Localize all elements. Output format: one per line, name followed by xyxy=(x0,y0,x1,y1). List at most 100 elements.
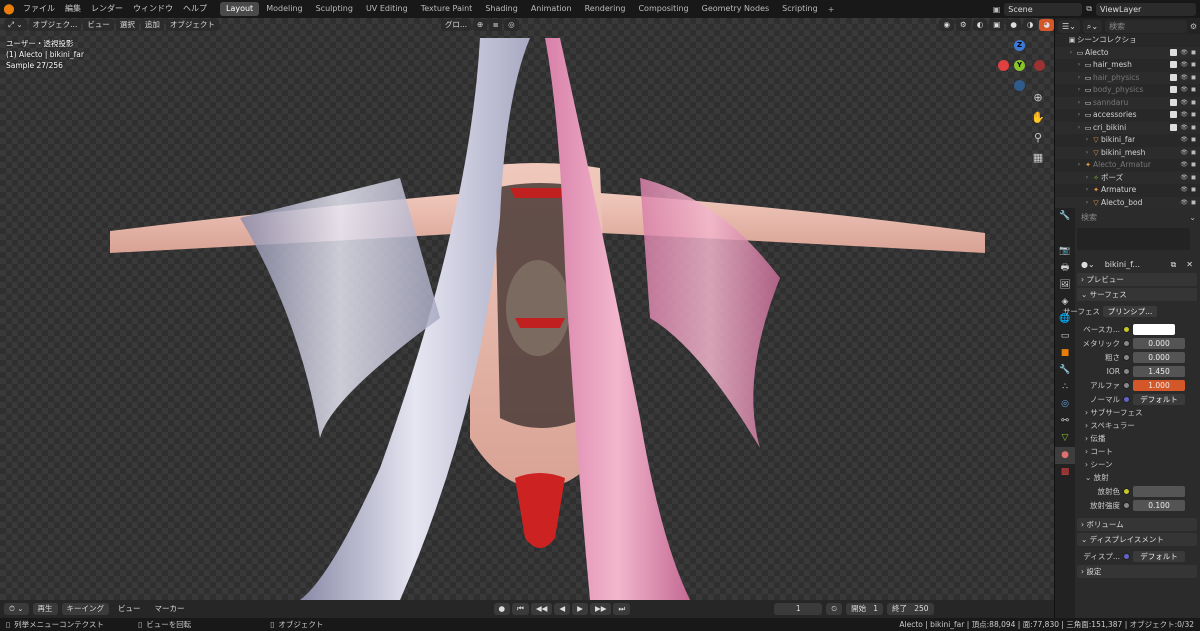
base-color-socket-icon[interactable] xyxy=(1123,325,1130,333)
outliner-row[interactable]: › ▭ sanndaru 👁 ◼ xyxy=(1055,96,1200,110)
scene-icon[interactable]: ▣ xyxy=(993,5,1001,14)
eye-icon[interactable]: 👁 xyxy=(1180,72,1188,85)
subpanel-header[interactable]: › スペキュラー xyxy=(1055,419,1200,432)
timeline-view-menu[interactable]: ビュー xyxy=(113,603,146,615)
expand-arrow-icon[interactable]: › xyxy=(1083,184,1091,197)
eye-icon[interactable]: 👁 xyxy=(1180,84,1188,97)
view-layer-selector[interactable]: ViewLayer xyxy=(1096,2,1196,16)
workspace-tab[interactable]: Rendering xyxy=(579,2,632,16)
render-camera-icon[interactable]: ◼ xyxy=(1191,184,1196,197)
view-layer-icon[interactable]: ⧉ xyxy=(1086,4,1092,14)
material-unlink-icon[interactable]: ✕ xyxy=(1182,258,1197,271)
viewport-menu-view[interactable]: ビュー xyxy=(83,19,114,31)
play-reverse-icon[interactable]: ◀ xyxy=(554,603,571,615)
surface-shader-selector[interactable]: プリンシプ... xyxy=(1103,305,1157,317)
section-surface[interactable]: ⌄ サーフェス xyxy=(1077,288,1197,301)
play-icon[interactable]: ▶ xyxy=(572,603,588,615)
outliner-row[interactable]: › ▭ hair_mesh 👁 ◼ xyxy=(1055,59,1200,72)
render-camera-icon[interactable]: ◼ xyxy=(1191,172,1196,185)
frame-end-field[interactable]: 終了 250 xyxy=(887,603,934,615)
render-tab-icon[interactable]: 📷 xyxy=(1055,243,1075,260)
param-field[interactable]: 0.000 xyxy=(1133,337,1185,349)
eye-icon[interactable]: 👁 xyxy=(1180,47,1188,60)
workspace-tab[interactable]: Layout xyxy=(220,2,260,16)
editor-type-icon[interactable]: ⤢ ⌄ xyxy=(4,19,27,31)
eye-icon[interactable]: 👁 xyxy=(1180,97,1188,110)
eye-icon[interactable]: 👁 xyxy=(1180,59,1188,72)
emission-color-socket-icon[interactable] xyxy=(1123,487,1130,495)
section-volume[interactable]: › ボリューム xyxy=(1077,518,1197,531)
gizmo-z-axis[interactable]: Z xyxy=(1014,40,1025,51)
subpanel-header[interactable]: › サブサーフェス xyxy=(1055,406,1200,419)
shading-solid-icon[interactable]: ● xyxy=(1006,19,1021,31)
outliner-filter-icon[interactable]: ⌕⌄ xyxy=(1082,19,1103,33)
outliner-row[interactable]: › ▽ bikini_mesh 👁 ◼ xyxy=(1055,146,1200,160)
expand-arrow-icon[interactable]: › xyxy=(1075,72,1083,85)
expand-arrow-icon[interactable]: › xyxy=(1067,47,1075,60)
section-displacement[interactable]: ⌄ ディスプレイスメント xyxy=(1077,533,1197,546)
gizmo-x-neg[interactable] xyxy=(998,60,1009,71)
outliner-row[interactable]: ▣シーンコレクション xyxy=(1055,34,1200,47)
output-tab-icon[interactable]: 🖶 xyxy=(1055,260,1075,277)
outliner-options-icon[interactable]: ⚙ xyxy=(1190,22,1197,31)
outliner-search-input[interactable]: 検索 xyxy=(1105,19,1187,33)
workspace-tab[interactable]: Modeling xyxy=(260,2,308,16)
socket-icon[interactable] xyxy=(1123,353,1130,361)
current-frame-field[interactable]: 1 xyxy=(774,603,823,615)
frame-start-field[interactable]: 開始 1 xyxy=(846,603,884,615)
workspace-tab[interactable]: UV Editing xyxy=(360,2,414,16)
outliner-row[interactable]: › ▭ cri_bikini 👁 ◼ xyxy=(1055,121,1200,135)
outliner-row[interactable]: › ▭ body_physics 👁 ◼ xyxy=(1055,84,1200,97)
subpanel-header[interactable]: › コート xyxy=(1055,445,1200,458)
material-name-field[interactable]: bikini_f... xyxy=(1100,258,1165,271)
zoom-icon[interactable]: ⊕ xyxy=(1030,90,1046,106)
outliner-row[interactable]: › ✧ ポーズ 👁 ◼ xyxy=(1055,171,1200,185)
tool-tab-icon[interactable]: 🔧 xyxy=(1055,208,1075,225)
alpha-socket-icon[interactable] xyxy=(1123,381,1130,389)
expand-arrow-icon[interactable]: › xyxy=(1075,84,1083,97)
render-camera-icon[interactable]: ◼ xyxy=(1191,109,1196,122)
expand-arrow-icon[interactable]: › xyxy=(1075,159,1083,172)
timeline-editor-icon[interactable]: ⏱ ⌄ xyxy=(4,603,29,615)
expand-arrow-icon[interactable]: › xyxy=(1083,134,1091,147)
eye-icon[interactable]: 👁 xyxy=(1180,109,1188,122)
gizmo-y-axis[interactable]: Y xyxy=(1014,60,1025,71)
eye-icon[interactable]: 👁 xyxy=(1180,172,1188,185)
render-camera-icon[interactable]: ◼ xyxy=(1191,134,1196,147)
workspace-tab[interactable]: Shading xyxy=(479,2,524,16)
workspace-tab[interactable]: Sculpting xyxy=(310,2,359,16)
workspace-tab[interactable]: Geometry Nodes xyxy=(696,2,775,16)
outliner-editor-icon[interactable]: ☰⌄ xyxy=(1058,19,1080,33)
include-checkbox[interactable] xyxy=(1170,61,1178,68)
gizmo-x-axis[interactable] xyxy=(1034,60,1045,71)
eye-icon[interactable]: 👁 xyxy=(1180,184,1188,197)
camera-icon[interactable]: ⚲ xyxy=(1030,130,1046,146)
menu-item[interactable]: ヘルプ xyxy=(178,0,212,18)
section-preview[interactable]: › プレビュー xyxy=(1077,273,1197,286)
include-checkbox[interactable] xyxy=(1170,48,1178,56)
render-camera-icon[interactable]: ◼ xyxy=(1191,159,1196,172)
viewport-menu-add[interactable]: 追加 xyxy=(140,19,164,31)
grid-view-icon[interactable]: ▦ xyxy=(1030,150,1046,166)
emission-strength-socket-icon[interactable] xyxy=(1123,501,1130,509)
texture-tab-icon[interactable]: ▩ xyxy=(1055,464,1075,481)
render-camera-icon[interactable]: ◼ xyxy=(1191,147,1196,160)
emission-strength-field[interactable]: 0.100 xyxy=(1133,499,1185,511)
prev-key-icon[interactable]: ◀◀ xyxy=(530,603,553,615)
render-camera-icon[interactable]: ◼ xyxy=(1191,122,1196,135)
eye-icon[interactable]: 👁 xyxy=(1180,147,1188,160)
workspace-tab[interactable]: Texture Paint xyxy=(415,2,479,16)
menu-item[interactable]: レンダー xyxy=(86,0,128,18)
data-tab-icon[interactable]: ▽ xyxy=(1055,430,1075,447)
render-camera-icon[interactable]: ◼ xyxy=(1191,72,1196,85)
expand-arrow-icon[interactable]: › xyxy=(1075,109,1083,122)
outliner-row[interactable]: › ▭ Alecto 👁 ◼ xyxy=(1055,46,1200,60)
expand-arrow-icon[interactable]: › xyxy=(1083,147,1091,160)
subpanel-header[interactable]: › 伝播 xyxy=(1055,432,1200,445)
3d-viewport[interactable]: ⤢ ⌄ オブジェク... ビュー 選択 追加 オブジェクト グロ... ⊕ ⧈ … xyxy=(0,18,1054,600)
properties-search-input[interactable]: 検索 xyxy=(1077,211,1151,224)
emission-color-swatch[interactable] xyxy=(1133,485,1185,497)
include-checkbox[interactable] xyxy=(1170,98,1178,106)
render-camera-icon[interactable]: ◼ xyxy=(1191,84,1196,97)
shading-material-icon[interactable]: ◑ xyxy=(1022,19,1038,31)
